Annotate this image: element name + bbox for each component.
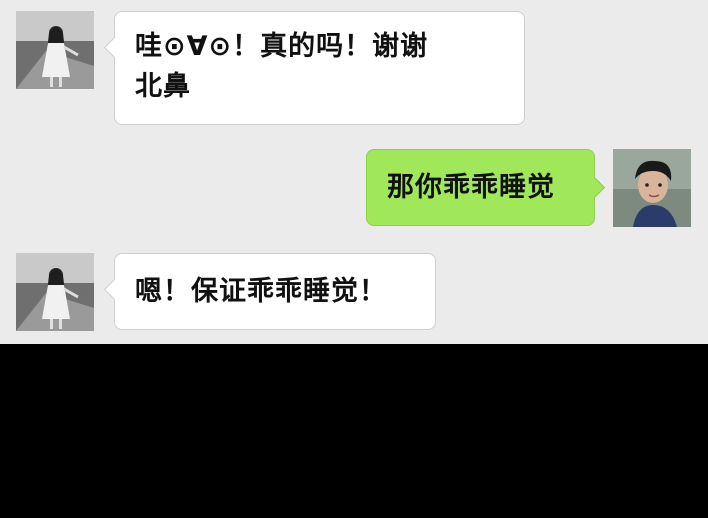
incoming-message-bubble[interactable]: 嗯！保证乖乖睡觉！ [103, 253, 436, 330]
contact-avatar-photo [16, 11, 94, 89]
chat-area: 哇⊙∀⊙！真的吗！谢谢 北鼻 那你乖乖睡觉 嗯！保证乖乖睡觉！ [0, 0, 708, 344]
my-avatar[interactable] [613, 149, 691, 227]
message-text-line: 北鼻 [135, 71, 191, 102]
my-avatar-photo [613, 149, 691, 227]
bubble-tail [103, 36, 126, 59]
message-text-line: 哇⊙∀⊙！真的吗！谢谢 [135, 31, 429, 62]
message-text: 嗯！保证乖乖睡觉！ [135, 276, 387, 307]
bubble-tail [103, 278, 126, 301]
contact-avatar-photo [16, 253, 94, 331]
contact-avatar[interactable] [16, 253, 94, 331]
message-text: 那你乖乖睡觉 [387, 172, 555, 203]
bubble-tail [583, 176, 606, 199]
incoming-message-bubble[interactable]: 哇⊙∀⊙！真的吗！谢谢 北鼻 [103, 11, 525, 125]
outgoing-message-bubble[interactable]: 那你乖乖睡觉 [366, 149, 606, 226]
contact-avatar[interactable] [16, 11, 94, 89]
